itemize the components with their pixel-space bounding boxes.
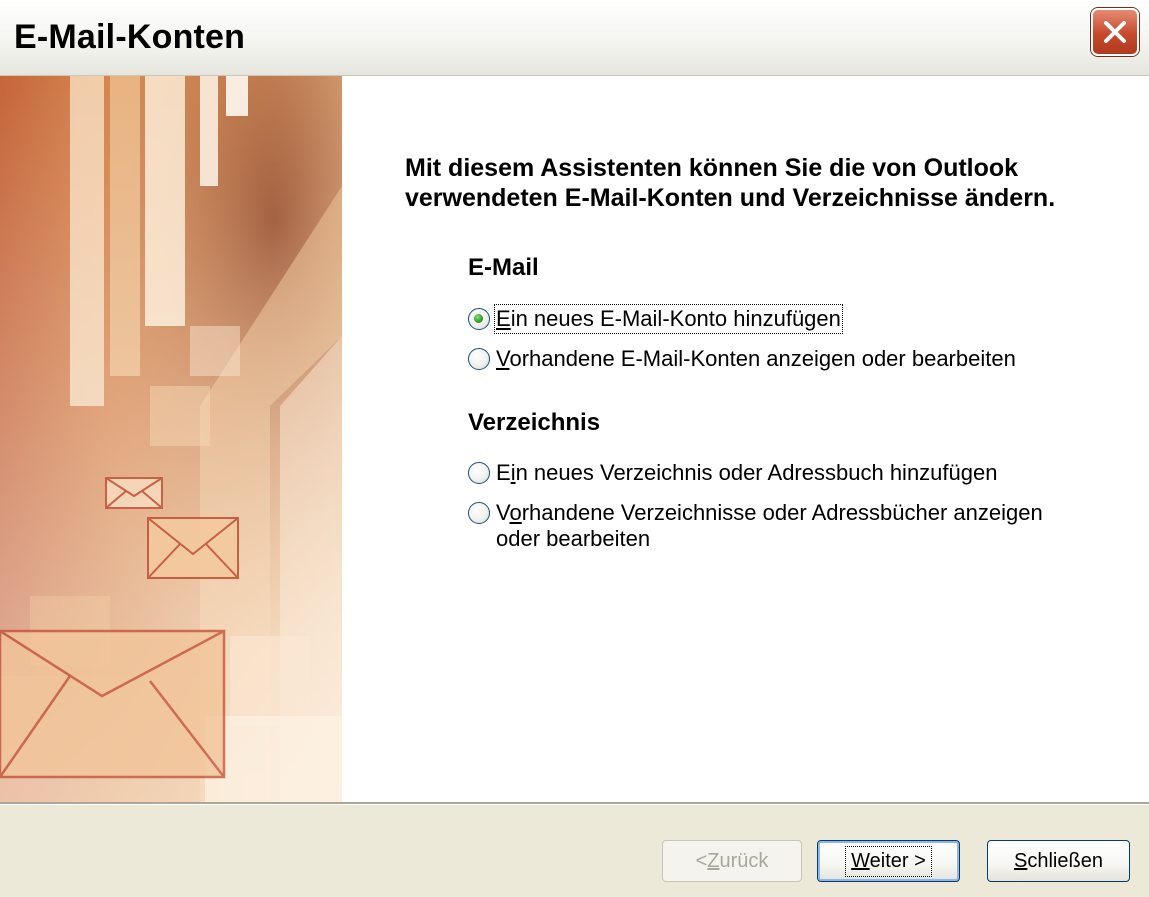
close-icon <box>1104 21 1126 43</box>
wizard-banner-image <box>0 76 342 802</box>
wizard-content: Mit diesem Assistenten können Sie die vo… <box>342 76 1149 802</box>
radio-button[interactable] <box>468 462 490 484</box>
radio-label: Vorhandene E-Mail-Konten anzeigen oder b… <box>496 346 1016 371</box>
email-accounts-dialog: E-Mail-Konten Mit diesem Assistenten kön… <box>0 0 1149 897</box>
radio-add-directory[interactable]: Ein neues Verzeichnis oder Adressbuch hi… <box>468 460 997 486</box>
radio-view-directories[interactable]: Vorhandene Verzeichnisse oder Adressbüch… <box>468 500 1043 552</box>
radio-view-email-accounts[interactable]: Vorhandene E-Mail-Konten anzeigen oder b… <box>468 346 1016 372</box>
envelopes-illustration <box>0 76 342 802</box>
radio-label: Vorhandene Verzeichnisse oder Adressbüch… <box>496 500 1043 551</box>
radio-button[interactable] <box>468 502 490 524</box>
close-window-button[interactable] <box>1091 8 1139 56</box>
wizard-heading: Mit diesem Assistenten können Sie die vo… <box>405 154 1056 212</box>
section-title-email: E-Mail <box>468 254 539 281</box>
wizard-footer: < Zurück Weiter > Schließen <box>0 805 1149 897</box>
radio-add-email-account[interactable]: Ein neues E-Mail-Konto hinzufügen <box>468 304 843 334</box>
window-title: E-Mail-Konten <box>14 18 246 56</box>
section-title-directory: Verzeichnis <box>468 409 601 436</box>
radio-button-checked[interactable] <box>468 308 490 330</box>
radio-button[interactable] <box>468 348 490 370</box>
close-button[interactable]: Schließen <box>987 840 1130 882</box>
radio-label: Ein neues E-Mail-Konto hinzufügen <box>494 304 843 334</box>
title-bar[interactable]: E-Mail-Konten <box>0 0 1149 76</box>
next-button[interactable]: Weiter > <box>817 840 960 882</box>
radio-label: Ein neues Verzeichnis oder Adressbuch hi… <box>496 460 998 485</box>
back-button[interactable]: < Zurück <box>662 840 802 882</box>
